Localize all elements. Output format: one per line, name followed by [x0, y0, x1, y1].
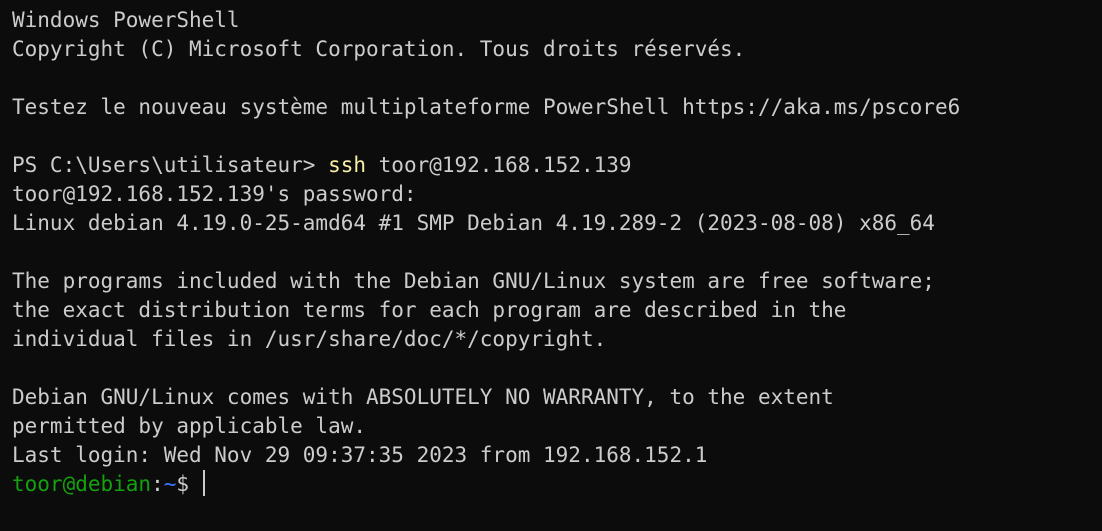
terminal-line-last-login: Last login: Wed Nov 29 09:37:35 2023 fro…	[12, 443, 708, 467]
terminal-line-warranty: permitted by applicable law.	[12, 414, 367, 438]
terminal-line-copyright: Copyright (C) Microsoft Corporation. Tou…	[12, 37, 746, 61]
terminal-line-password: toor@192.168.152.139's password:	[12, 182, 417, 206]
terminal-line-motd: The programs included with the Debian GN…	[12, 269, 935, 293]
ps-prompt: PS C:\Users\utilisateur>	[12, 153, 329, 177]
terminal-window[interactable]: Windows PowerShell Copyright (C) Microso…	[0, 0, 1102, 531]
terminal-line-ps-command: PS C:\Users\utilisateur> ssh toor@192.16…	[12, 151, 1102, 180]
terminal-line-pscore-notice: Testez le nouveau système multiplateform…	[12, 95, 961, 119]
terminal-line-header: Windows PowerShell	[12, 8, 240, 32]
terminal-line-warranty: Debian GNU/Linux comes with ABSOLUTELY N…	[12, 385, 834, 409]
prompt-user-host: toor@debian	[12, 472, 152, 496]
prompt-colon: :	[151, 472, 164, 496]
terminal-line-motd: individual files in /usr/share/doc/*/cop…	[12, 327, 607, 351]
shell-prompt-line[interactable]: toor@debian:~$	[12, 470, 1102, 499]
terminal-line-motd: the exact distribution terms for each pr…	[12, 298, 847, 322]
command-name: ssh	[328, 153, 367, 177]
prompt-path: ~	[163, 472, 177, 496]
text-cursor[interactable]	[203, 470, 206, 496]
prompt-symbol: $	[176, 472, 190, 496]
terminal-line-kernel-info: Linux debian 4.19.0-25-amd64 #1 SMP Debi…	[12, 211, 935, 235]
command-args: toor@192.168.152.139	[366, 153, 632, 177]
